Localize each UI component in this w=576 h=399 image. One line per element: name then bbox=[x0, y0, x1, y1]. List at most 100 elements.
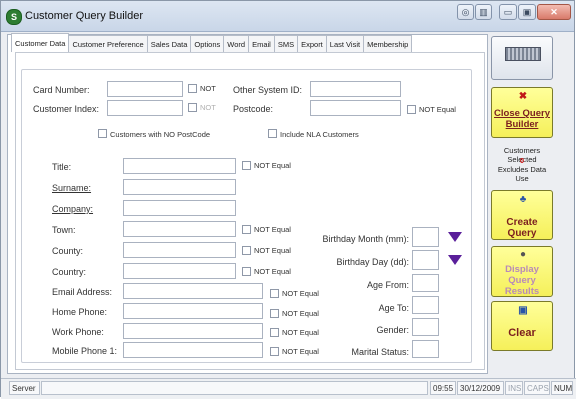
email-label: Email Address: bbox=[52, 287, 113, 297]
window-title: Customer Query Builder bbox=[25, 10, 143, 22]
other-system-id-label: Other System ID: bbox=[233, 85, 303, 95]
tab-customer-preference[interactable]: Customer Preference bbox=[68, 35, 148, 52]
company-input[interactable] bbox=[123, 200, 236, 216]
include-nla-checkbox[interactable] bbox=[268, 129, 277, 138]
surname-input[interactable] bbox=[123, 179, 236, 195]
create-query-label: Create Query bbox=[506, 217, 538, 239]
close-query-builder-label: Close Query Builder bbox=[494, 108, 550, 130]
county-not-equal-checkbox[interactable] bbox=[242, 246, 251, 255]
county-not-equal-label: NOT Equal bbox=[254, 246, 291, 255]
birthday-day-label: Birthday Day (dd): bbox=[336, 257, 409, 267]
postcode-label: Postcode: bbox=[233, 104, 274, 114]
clear-label: Clear bbox=[508, 327, 536, 339]
index-not-checkbox[interactable] bbox=[188, 103, 197, 112]
card-number-input[interactable] bbox=[107, 81, 183, 97]
server-status: Server bbox=[9, 381, 40, 395]
status-date: 30/12/2009 bbox=[457, 381, 504, 395]
create-query-button[interactable]: ♣ Create Query bbox=[491, 190, 553, 240]
customers-selected-count: 0 bbox=[519, 156, 525, 165]
home-phone-not-equal-checkbox[interactable] bbox=[270, 309, 279, 318]
excludes-data-use-label: Excludes Data Use bbox=[497, 165, 547, 183]
query-builder-window: S Customer Query Builder ◎ ▥ ▭ ▣ ✕ Custo… bbox=[0, 0, 576, 399]
age-to-label: Age To: bbox=[378, 303, 409, 313]
card-not-checkbox[interactable] bbox=[188, 84, 197, 93]
age-from-input[interactable] bbox=[412, 274, 439, 292]
work-phone-label: Work Phone: bbox=[52, 327, 104, 337]
town-input[interactable] bbox=[123, 221, 236, 237]
keyboard-button[interactable] bbox=[491, 36, 553, 80]
customer-index-label: Customer Index: bbox=[33, 104, 100, 114]
tab-membership[interactable]: Membership bbox=[363, 35, 413, 52]
work-phone-input[interactable] bbox=[123, 323, 263, 339]
title-input[interactable] bbox=[123, 158, 236, 174]
birthday-day-dropdown-icon[interactable] bbox=[446, 252, 464, 268]
help-icon[interactable]: ◎ bbox=[457, 4, 474, 20]
restore-icon[interactable]: ▥ bbox=[475, 4, 492, 20]
tab-word[interactable]: Word bbox=[223, 35, 250, 52]
red-x-icon: ✖ bbox=[518, 91, 528, 102]
clear-button[interactable]: ▣ Clear bbox=[491, 301, 553, 351]
work-phone-not-equal-checkbox[interactable] bbox=[270, 328, 279, 337]
postcode-not-equal-checkbox[interactable] bbox=[407, 105, 416, 114]
gender-input[interactable] bbox=[412, 318, 439, 336]
country-not-equal-checkbox[interactable] bbox=[242, 267, 251, 276]
maximize-button[interactable]: ▣ bbox=[518, 4, 536, 20]
email-input[interactable] bbox=[123, 283, 263, 299]
close-query-builder-button[interactable]: ✖ Close Query Builder bbox=[491, 87, 553, 138]
town-label: Town: bbox=[52, 225, 76, 235]
tab-export[interactable]: Export bbox=[297, 35, 327, 52]
country-label: Country: bbox=[52, 267, 87, 277]
keyboard-icon bbox=[505, 47, 541, 61]
marital-status-label: Marital Status: bbox=[351, 347, 409, 357]
status-caps: CAPS bbox=[524, 381, 550, 395]
company-label: Company: bbox=[52, 204, 94, 214]
other-system-id-input[interactable] bbox=[310, 81, 401, 97]
home-phone-input[interactable] bbox=[123, 303, 263, 319]
title-not-equal-checkbox[interactable] bbox=[242, 161, 251, 170]
no-postcode-checkbox[interactable] bbox=[98, 129, 107, 138]
birthday-month-input[interactable] bbox=[412, 227, 439, 247]
no-postcode-label: Customers with NO PostCode bbox=[110, 130, 211, 139]
results-icon: ● bbox=[519, 249, 527, 260]
country-input[interactable] bbox=[123, 263, 236, 279]
close-button[interactable]: ✕ bbox=[537, 4, 571, 20]
surname-label: Surname: bbox=[52, 183, 92, 193]
birthday-month-label: Birthday Month (mm): bbox=[322, 234, 409, 244]
status-time: 09:55 bbox=[430, 381, 456, 395]
town-not-equal-label: NOT Equal bbox=[254, 225, 291, 234]
display-query-results-button: ● Display Query Results bbox=[491, 246, 553, 297]
app-icon: S bbox=[6, 9, 22, 25]
clear-icon: ▣ bbox=[518, 305, 528, 316]
town-not-equal-checkbox[interactable] bbox=[242, 225, 251, 234]
title-label: Title: bbox=[52, 162, 72, 172]
age-to-input[interactable] bbox=[412, 296, 439, 314]
mobile-phone-input[interactable] bbox=[123, 342, 263, 358]
birthday-month-dropdown-icon[interactable] bbox=[446, 229, 464, 245]
status-num: NUM bbox=[551, 381, 573, 395]
tab-customer-data[interactable]: Customer Data bbox=[11, 33, 70, 52]
country-not-equal-label: NOT Equal bbox=[254, 267, 291, 276]
customer-index-input[interactable] bbox=[107, 100, 183, 116]
tab-sms[interactable]: SMS bbox=[273, 35, 299, 52]
card-not-label: NOT bbox=[200, 84, 216, 93]
marital-status-input[interactable] bbox=[412, 340, 439, 358]
tab-last-visit[interactable]: Last Visit bbox=[325, 35, 365, 52]
tab-sales-data[interactable]: Sales Data bbox=[146, 35, 192, 52]
home-phone-label: Home Phone: bbox=[52, 307, 108, 317]
county-input[interactable] bbox=[123, 242, 236, 258]
email-not-equal-checkbox[interactable] bbox=[270, 289, 279, 298]
status-ins: INS bbox=[505, 381, 523, 395]
mobile-phone-not-equal-checkbox[interactable] bbox=[270, 347, 279, 356]
postcode-input[interactable] bbox=[310, 100, 401, 116]
tab-email[interactable]: Email bbox=[248, 35, 275, 52]
status-message bbox=[41, 381, 428, 395]
include-nla-label: Include NLA Customers bbox=[280, 130, 359, 139]
person-search-icon: ♣ bbox=[519, 194, 527, 205]
minimize-button[interactable]: ▭ bbox=[499, 4, 517, 20]
email-not-equal-label: NOT Equal bbox=[282, 289, 319, 298]
gender-label: Gender: bbox=[376, 325, 409, 335]
birthday-day-input[interactable] bbox=[412, 250, 439, 270]
tab-options[interactable]: Options bbox=[190, 35, 225, 52]
display-query-results-label: Display Query Results bbox=[504, 264, 540, 297]
status-bar: Server 09:55 30/12/2009 INS CAPS NUM bbox=[1, 378, 576, 399]
